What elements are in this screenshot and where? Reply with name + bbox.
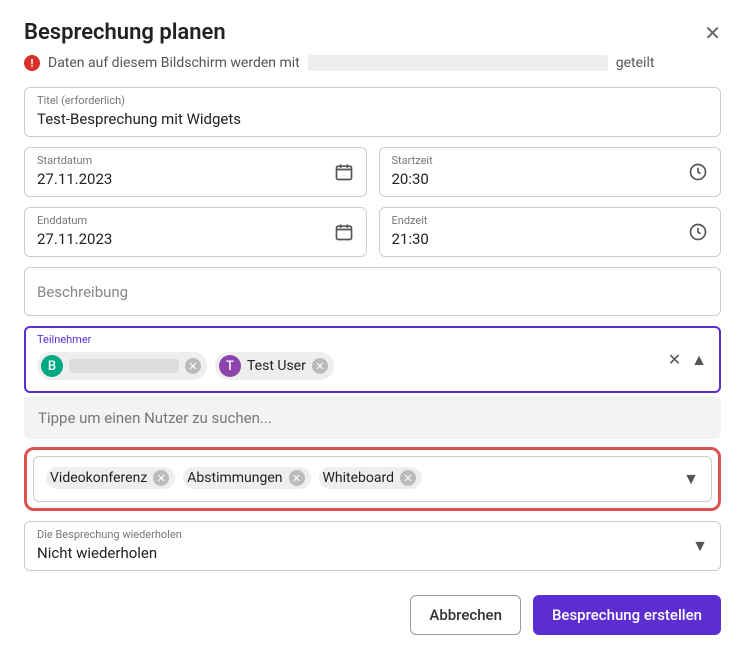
widgets-field[interactable]: Videokonferenz ✕ Abstimmungen ✕ Whiteboa…: [33, 456, 712, 502]
warning-banner: ! Daten auf diesem Bildschirm werden mit…: [24, 55, 721, 71]
start-time-field[interactable]: Startzeit: [379, 147, 722, 197]
repeat-input[interactable]: [37, 544, 708, 562]
widget-chip[interactable]: Videokonferenz ✕: [46, 467, 175, 489]
title-label: Titel (erforderlich): [37, 94, 708, 107]
repeat-field[interactable]: Die Besprechung wiederholen ▼: [24, 521, 721, 571]
end-time-input[interactable]: [392, 230, 709, 248]
widget-label: Abstimmungen: [187, 470, 282, 486]
start-time-input[interactable]: [392, 170, 709, 188]
widget-chip[interactable]: Abstimmungen ✕: [183, 467, 310, 489]
end-date-field[interactable]: Enddatum: [24, 207, 367, 257]
clock-icon[interactable]: [688, 222, 708, 242]
remove-icon[interactable]: ✕: [153, 470, 169, 486]
create-button[interactable]: Besprechung erstellen: [533, 595, 721, 635]
participants-label: Teilnehmer: [37, 333, 708, 346]
chevron-up-icon[interactable]: ▲: [691, 350, 707, 370]
clock-icon[interactable]: [688, 162, 708, 182]
redacted-recipient: [308, 55, 608, 71]
warning-text-suffix: geteilt: [616, 55, 655, 71]
end-time-field[interactable]: Endzeit: [379, 207, 722, 257]
avatar: T: [219, 355, 241, 377]
end-date-input[interactable]: [37, 230, 354, 248]
cancel-button[interactable]: Abbrechen: [410, 595, 521, 635]
start-date-field[interactable]: Startdatum: [24, 147, 367, 197]
calendar-icon[interactable]: [334, 222, 354, 242]
page-title: Besprechung planen: [24, 20, 226, 45]
chevron-down-icon[interactable]: ▼: [683, 469, 699, 489]
remove-icon[interactable]: ✕: [289, 470, 305, 486]
widget-chip[interactable]: Whiteboard ✕: [319, 467, 423, 489]
start-date-label: Startdatum: [37, 154, 354, 167]
description-placeholder: Beschreibung: [37, 283, 128, 301]
warning-icon: !: [24, 55, 40, 71]
end-time-label: Endzeit: [392, 214, 709, 227]
widget-label: Videokonferenz: [50, 470, 147, 486]
start-date-input[interactable]: [37, 170, 354, 188]
chevron-down-icon[interactable]: ▼: [692, 536, 708, 556]
widget-label: Whiteboard: [323, 470, 395, 486]
remove-icon[interactable]: ✕: [400, 470, 416, 486]
close-icon[interactable]: ✕: [704, 21, 721, 45]
title-input[interactable]: [37, 110, 708, 128]
title-field[interactable]: Titel (erforderlich): [24, 87, 721, 137]
clear-icon[interactable]: ✕: [668, 350, 681, 369]
avatar: B: [41, 355, 63, 377]
participants-field[interactable]: Teilnehmer B ✕ T Test User ✕ ✕ ▲: [24, 326, 721, 393]
participant-name: Test User: [247, 358, 306, 374]
remove-icon[interactable]: ✕: [312, 358, 328, 374]
redacted-name: [69, 359, 179, 373]
participant-chip[interactable]: T Test User ✕: [215, 352, 334, 380]
repeat-label: Die Besprechung wiederholen: [37, 528, 708, 541]
warning-text-prefix: Daten auf diesem Bildschirm werden mit: [48, 55, 300, 71]
widgets-highlight: Videokonferenz ✕ Abstimmungen ✕ Whiteboa…: [24, 447, 721, 511]
remove-icon[interactable]: ✕: [185, 358, 201, 374]
calendar-icon[interactable]: [334, 162, 354, 182]
participants-search-hint: Tippe um einen Nutzer zu suchen...: [24, 397, 721, 439]
start-time-label: Startzeit: [392, 154, 709, 167]
description-field[interactable]: Beschreibung: [24, 267, 721, 316]
end-date-label: Enddatum: [37, 214, 354, 227]
participant-chip[interactable]: B ✕: [37, 352, 207, 380]
